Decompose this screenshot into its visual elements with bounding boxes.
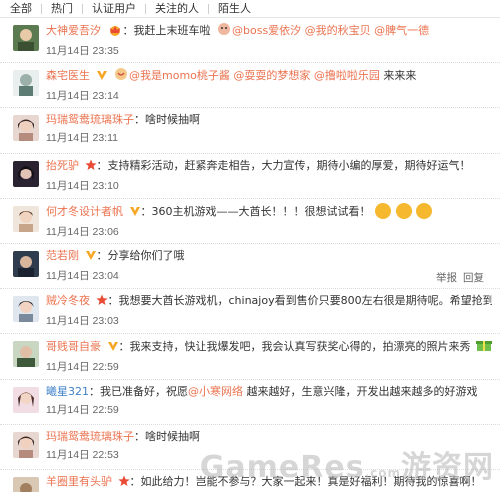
comment-text: ：啥时候抽啊: [134, 113, 200, 127]
comment-actions: 举报 回复: [430, 270, 484, 285]
grin-emoticon-icon: [416, 202, 432, 219]
watermark-domain: .com: [364, 466, 401, 480]
gift-emoticon-icon: [476, 338, 492, 357]
comment-time: 11月14日 22:59: [46, 403, 119, 416]
username-link[interactable]: 玛瑞鸳鸯琉璃珠子: [46, 113, 134, 126]
crown-badge-icon: [107, 24, 123, 41]
verified-v-icon: [85, 249, 97, 266]
filter-all[interactable]: 全部: [4, 2, 41, 16]
avatar[interactable]: [13, 115, 39, 142]
emoticon-icon: [216, 22, 232, 41]
username-link[interactable]: 哥贱哥自豪: [46, 340, 101, 353]
comment-text: 越来越好，生意兴隆，开发出越来越多的好游戏: [243, 384, 478, 398]
comment-text: ：啥时候抽啊: [134, 429, 200, 443]
report-link[interactable]: 举报: [436, 272, 457, 284]
comment-text: ：分享给你们了哦: [96, 248, 185, 262]
comment-item: 范若刚 ：分享给你们了哦 11月14日 23:04 举报 回复: [0, 244, 500, 290]
username-link[interactable]: 何才冬设计者帆: [46, 205, 123, 218]
star-badge-icon: [84, 159, 97, 176]
verified-v-icon: [96, 69, 108, 86]
comment-text: ：360主机游戏——大酋长！！！很想试试看！: [140, 204, 371, 218]
comment-text: ：我赶上末班车啦: [122, 24, 211, 37]
comment-text: 来来来: [379, 69, 417, 83]
comment-time: 11月14日 23:11: [46, 132, 118, 145]
username-link[interactable]: 曦星321: [46, 385, 89, 398]
comment-time: 11月14日 23:04: [46, 269, 119, 282]
watermark-cn: 游资网: [401, 450, 494, 485]
avatar[interactable]: [13, 386, 39, 413]
comment-item: 曦星321：我已准备好，祝愿@小寒网络 越来越好，生意兴隆，开发出越来越多的好游…: [0, 380, 500, 425]
comment-time: 11月14日 23:35: [46, 45, 119, 57]
avatar[interactable]: [13, 250, 39, 277]
comment-text: ：我想要大酋长游戏机，chinajoy看到售价只要800左右很是期待呢。希望抢到…: [107, 294, 493, 308]
comment-item: 森宅医生 @我是momo桃子酱 @耍耍的梦想家 @撸啦啦乐园 来来来 11月14…: [0, 63, 500, 109]
username-link[interactable]: 范若刚: [46, 249, 79, 262]
comment-item: 何才冬设计者帆 ：360主机游戏——大酋长！！！很想试试看！ 11月14日 23…: [0, 199, 500, 244]
comment-time: 11月14日 23:10: [46, 179, 119, 192]
avatar[interactable]: [13, 70, 39, 97]
heart-emoticon-icon: [113, 67, 129, 86]
reply-link[interactable]: 回复: [463, 272, 484, 284]
comment-time: 11月14日 23:06: [46, 225, 119, 238]
comment-item: 贼冷冬夜 ：我想要大酋长游戏机，chinajoy看到售价只要800左右很是期待呢…: [0, 289, 500, 335]
username-link[interactable]: 森宅医生: [46, 69, 90, 82]
comment-list: 大神爱吾汐 ：我赶上末班车啦 @boss爱依汐 @我的秋宝贝 @脾气一德 11月…: [0, 18, 500, 492]
grin-emoticon-icon: [395, 202, 412, 219]
avatar[interactable]: [13, 25, 39, 51]
avatar[interactable]: [13, 431, 39, 458]
verified-v-icon: [107, 340, 119, 357]
avatar[interactable]: [13, 341, 39, 368]
comment-time: 11月14日 23:14: [46, 90, 119, 103]
verified-v-icon: [129, 205, 141, 222]
username-link[interactable]: 羊圈里有头驴: [46, 475, 112, 488]
mention-links[interactable]: @小寒网络: [188, 385, 243, 398]
username-link[interactable]: 大神爱吾汐: [46, 24, 101, 37]
watermark-brand: GameRes: [199, 450, 365, 485]
comment-text: ：支持精彩活动，赶紧奔走相告，大力宣传，期待小编的厚爱，期待好运气！: [96, 158, 471, 172]
star-badge-icon: [95, 294, 108, 311]
star-badge-icon: [117, 475, 130, 492]
comment-item: 哥贱哥自豪 ：我来支持，快让我爆发吧，我会认真写获奖心得的，拍漂亮的照片来秀 1…: [0, 334, 500, 380]
grin-emoticon-icon: [375, 202, 391, 219]
username-link[interactable]: 玛瑞鸳鸯琉璃珠子: [46, 430, 134, 443]
comment-time: 11月14日 22:59: [46, 361, 119, 374]
site-watermark: GameRes.com游资网: [200, 442, 494, 486]
filter-strangers[interactable]: 陌生人: [209, 2, 260, 16]
filter-verified[interactable]: 认证用户: [83, 2, 145, 16]
avatar[interactable]: [13, 160, 39, 187]
username-link[interactable]: 抬死驴: [46, 159, 79, 172]
comment-text: ：我已准备好，祝愿: [89, 384, 188, 398]
comment-item: 玛瑞鸳鸯琉璃珠子：啥时候抽啊 11月14日 23:11: [0, 108, 500, 154]
avatar[interactable]: [13, 296, 39, 323]
avatar[interactable]: [13, 205, 39, 232]
comment-item: 大神爱吾汐 ：我赶上末班车啦 @boss爱依汐 @我的秋宝贝 @脾气一德 11月…: [0, 18, 500, 64]
comment-item: 抬死驴 ：支持精彩活动，赶紧奔走相告，大力宣传，期待小编的厚爱，期待好运气！ 1…: [0, 154, 500, 199]
comment-time: 11月14日 23:03: [46, 315, 119, 328]
mention-links[interactable]: @boss爱依汐 @我的秋宝贝 @脾气一德: [232, 24, 429, 37]
filter-following[interactable]: 关注的人: [146, 2, 208, 16]
filter-hot[interactable]: 热门: [42, 2, 82, 16]
mention-links[interactable]: @我是momo桃子酱 @耍耍的梦想家 @撸啦啦乐园: [129, 69, 380, 82]
comment-text: ：我来支持，快让我爆发吧，我会认真写获奖心得的，拍漂亮的照片来秀: [118, 340, 471, 354]
comment-filter-bar: 全部 热门 认证用户 关注的人 陌生人: [0, 0, 500, 18]
username-link[interactable]: 贼冷冬夜: [46, 294, 90, 307]
avatar[interactable]: [13, 476, 39, 492]
